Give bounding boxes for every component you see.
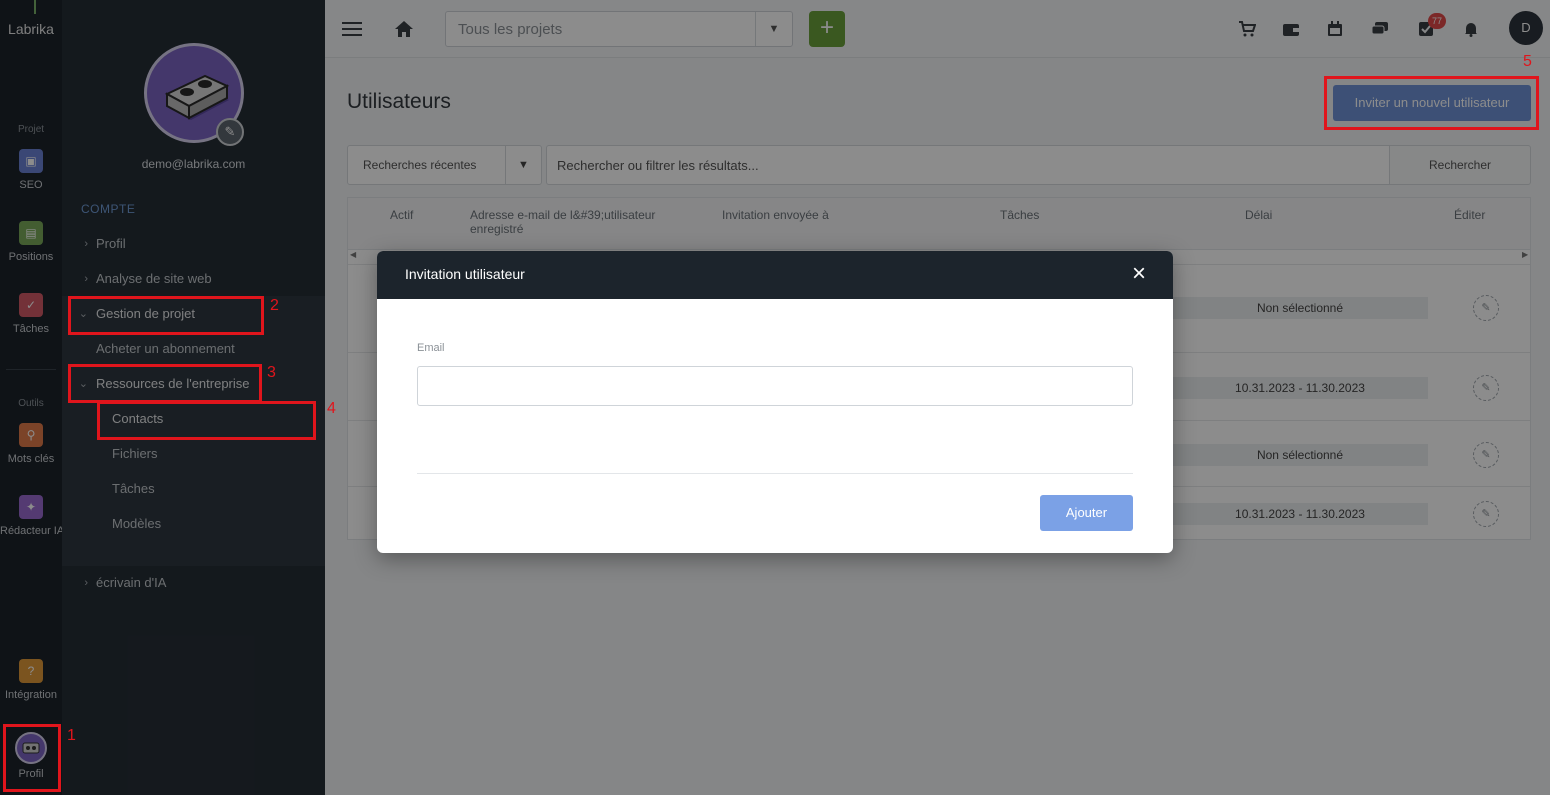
close-icon[interactable]: × [1127, 262, 1151, 286]
modal-title: Invitation utilisateur [405, 266, 525, 282]
annotation-number: 2 [270, 297, 279, 314]
annotation-box-1 [3, 724, 61, 792]
modal-header: Invitation utilisateur × [377, 251, 1173, 299]
email-label: Email [417, 342, 445, 354]
annotation-box-2 [68, 296, 264, 335]
annotation-number: 5 [1523, 53, 1532, 70]
annotation-number: 3 [267, 364, 276, 381]
email-field[interactable] [417, 366, 1133, 406]
annotation-number: 4 [327, 400, 336, 417]
add-button[interactable]: Ajouter [1040, 495, 1133, 531]
annotation-number: 1 [67, 727, 76, 744]
invite-user-modal: Invitation utilisateur × Email Ajouter [377, 251, 1173, 553]
annotation-box-5 [1324, 76, 1539, 130]
annotation-box-3 [68, 364, 262, 403]
annotation-box-4 [97, 401, 316, 440]
modal-divider [417, 473, 1133, 474]
